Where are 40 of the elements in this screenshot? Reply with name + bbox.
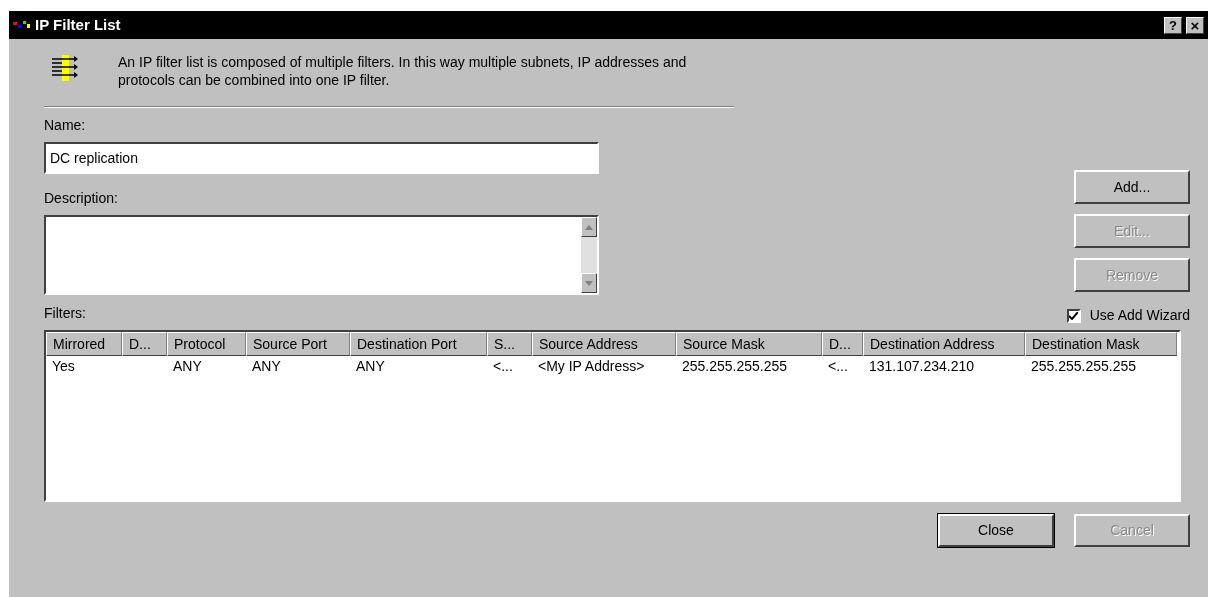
column-header[interactable]: Destination Address [863, 332, 1025, 356]
use-add-wizard-checkbox[interactable] [1066, 308, 1081, 323]
down-arrow-icon [585, 280, 593, 286]
app-icon [13, 19, 31, 31]
table-cell-text: 255.255.255.255 [1031, 356, 1137, 376]
check-icon [1069, 311, 1079, 320]
table-cell-text: ANY [173, 356, 202, 376]
close-button[interactable]: × [1186, 16, 1204, 34]
table-cell-text: Yes [52, 356, 75, 376]
column-header[interactable]: D... [122, 332, 167, 356]
name-field[interactable]: DC replication [44, 142, 599, 174]
table-cell-text: ANY [252, 356, 281, 376]
table-cell-text: 131.107.234.210 [869, 356, 975, 376]
filter-list-icon [50, 53, 78, 83]
table-cell-text: 255.255.255.255 [682, 356, 788, 376]
window-title: IP Filter List [35, 14, 122, 35]
help-button[interactable]: ? [1164, 16, 1182, 34]
dialog-button[interactable]: Close [938, 514, 1054, 547]
table-cell-text: <... [493, 356, 513, 376]
column-header[interactable]: S... [487, 332, 532, 356]
column-header[interactable]: Source Port [246, 332, 350, 356]
description-field[interactable] [44, 215, 599, 295]
table-cell-text: ANY [356, 356, 385, 376]
column-header[interactable]: Protocol [167, 332, 246, 356]
table-cell-text: <My IP Address> [538, 356, 645, 376]
description-label: Description: [44, 189, 119, 208]
column-header[interactable]: D... [822, 332, 863, 356]
column-header[interactable]: Source Mask [676, 332, 822, 356]
scrollbar[interactable] [581, 217, 597, 293]
column-header[interactable]: Source Address [532, 332, 676, 356]
table-cell-text: <... [828, 356, 848, 376]
name-label: Name: [44, 116, 87, 135]
column-header[interactable]: Destination Mask [1025, 332, 1177, 356]
column-header[interactable]: Mirrored [46, 332, 122, 356]
use-add-wizard-label: Use Add Wizard [1089, 306, 1190, 325]
filters-label: Filters: [44, 304, 86, 323]
up-arrow-icon [585, 224, 593, 230]
column-header[interactable]: Destination Port [350, 332, 487, 356]
intro-text: An IP filter list is composed of multiple filters. In this way multiple subnets, IP addresses and protocols can be combined into one IP filter. [118, 53, 688, 89]
dialog-button[interactable]: Add... [1074, 170, 1190, 204]
